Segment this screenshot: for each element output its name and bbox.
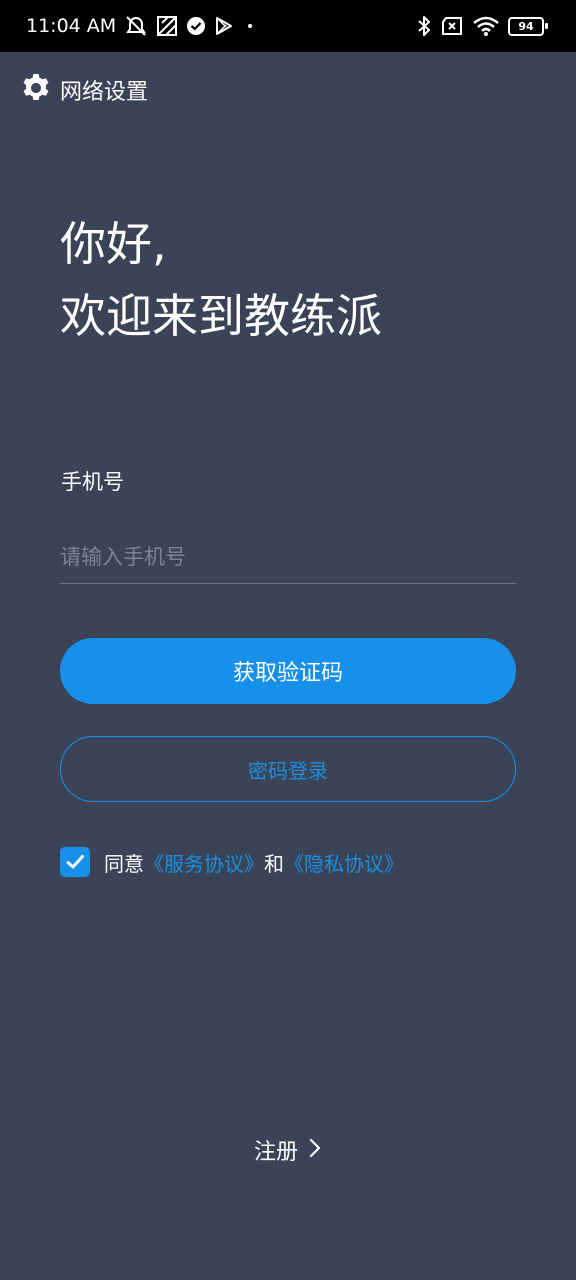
status-bar-left: 11:04 AM xyxy=(26,15,258,37)
get-verification-code-button[interactable]: 获取验证码 xyxy=(60,638,516,704)
muted-alarm-icon xyxy=(124,15,148,37)
no-sim-icon xyxy=(440,16,464,36)
battery-icon: 94 xyxy=(508,16,548,36)
gear-icon xyxy=(20,72,52,108)
agreement-checkbox[interactable] xyxy=(60,847,90,877)
service-agreement-link[interactable]: 《服务协议》 xyxy=(144,848,264,877)
battery-level: 94 xyxy=(508,16,544,36)
network-settings-label: 网络设置 xyxy=(60,80,149,105)
register-label: 注册 xyxy=(253,1140,298,1165)
chevron-right-icon xyxy=(308,1137,322,1163)
phone-label: 手机号 xyxy=(61,470,124,494)
phone-input[interactable] xyxy=(60,530,516,584)
notification-icon xyxy=(156,15,178,37)
status-bar: 11:04 AM 94 xyxy=(0,0,576,52)
greeting-line-1: 你好, xyxy=(60,217,167,271)
register-link[interactable]: 注册 xyxy=(0,1130,576,1170)
agreement-row: 同意 《服务协议》 和 《隐私协议》 xyxy=(60,846,404,878)
privacy-agreement-link[interactable]: 《隐私协议》 xyxy=(284,848,404,877)
status-bar-right: 94 xyxy=(416,15,548,37)
checkmark-icon xyxy=(66,855,84,869)
greeting: 你好, 欢迎来到教练派 xyxy=(60,208,382,352)
play-store-icon xyxy=(214,16,234,36)
agreement-prefix: 同意 xyxy=(104,851,144,876)
status-time: 11:04 AM xyxy=(26,15,117,37)
bluetooth-icon xyxy=(416,15,432,37)
password-login-button[interactable]: 密码登录 xyxy=(60,736,516,802)
check-circle-icon xyxy=(186,16,206,36)
agreement-conjunction: 和 xyxy=(264,851,284,876)
greeting-line-2: 欢迎来到教练派 xyxy=(60,289,382,343)
network-settings-button[interactable]: 网络设置 xyxy=(20,72,148,108)
dot-icon xyxy=(242,16,258,36)
wifi-icon xyxy=(472,15,500,37)
battery-tip xyxy=(545,23,548,29)
